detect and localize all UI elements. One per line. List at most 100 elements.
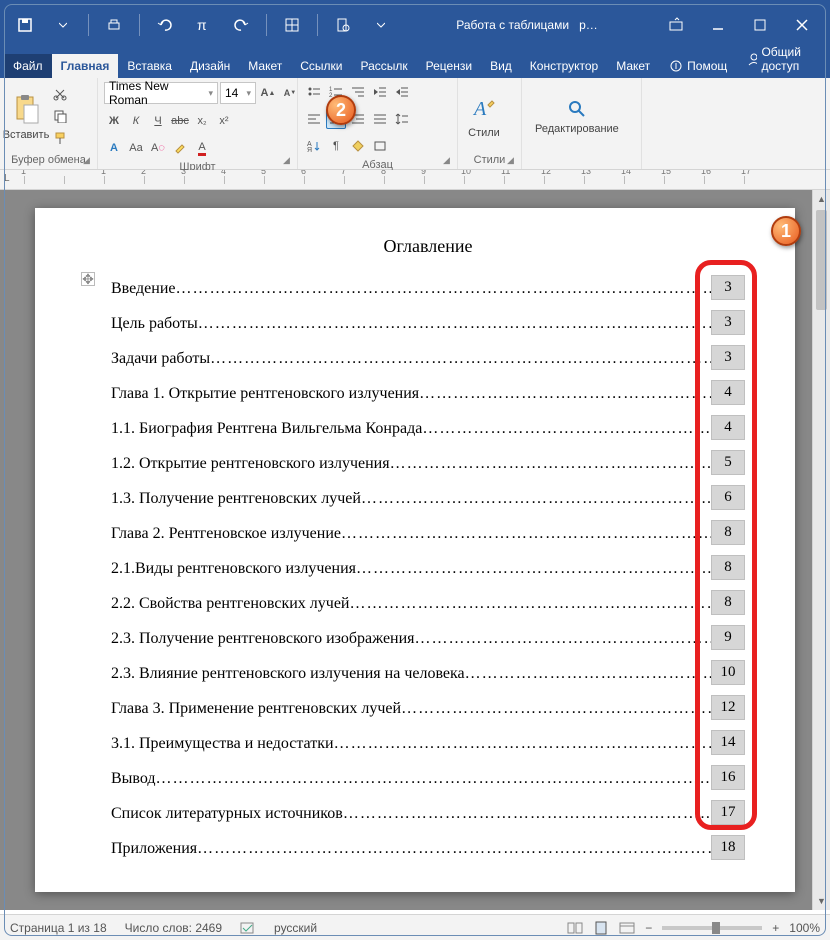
line-spacing-icon[interactable] [392, 109, 412, 129]
bold-icon[interactable]: Ж [104, 111, 124, 131]
toc-page-cell[interactable]: 3 [711, 275, 745, 300]
highlight-icon[interactable] [170, 138, 190, 158]
clipboard-dialog-icon[interactable]: ◢ [83, 155, 95, 167]
tab-layout[interactable]: Макет [239, 54, 291, 78]
toc-page-cell[interactable]: 14 [711, 730, 745, 755]
tab-table-design[interactable]: Конструктор [521, 54, 607, 78]
close-icon[interactable] [782, 9, 822, 41]
toc-page-cell[interactable]: 18 [711, 835, 745, 860]
toc-page-cell[interactable]: 4 [711, 415, 745, 440]
font-name-combo[interactable]: Times New Roman▾ [104, 82, 218, 104]
qat-dropdown-icon[interactable] [46, 9, 80, 41]
strike-icon[interactable]: abc [170, 111, 190, 131]
toc-page-cell[interactable]: 4 [711, 380, 745, 405]
toc-page-cell[interactable]: 6 [711, 485, 745, 510]
copy-icon[interactable] [50, 106, 70, 126]
tab-table-layout[interactable]: Макет [607, 54, 659, 78]
cut-icon[interactable] [50, 84, 70, 104]
toc-page-cell[interactable]: 16 [711, 765, 745, 790]
read-mode-icon[interactable] [567, 921, 583, 935]
underline-icon[interactable]: Ч [148, 111, 168, 131]
zoom-out-icon[interactable]: − [645, 921, 652, 935]
italic-icon[interactable]: К [126, 111, 146, 131]
maximize-icon[interactable] [740, 9, 780, 41]
zoom-slider[interactable] [662, 926, 762, 930]
table-move-handle-icon[interactable]: ✥ [81, 272, 95, 286]
font-size-combo[interactable]: 14▾ [220, 82, 256, 104]
status-words[interactable]: Число слов: 2469 [125, 921, 222, 935]
ribbon-options-icon[interactable] [656, 9, 696, 41]
dec-indent-icon[interactable] [370, 82, 390, 102]
tab-mailings[interactable]: Рассылк [352, 54, 417, 78]
font-color-icon[interactable]: A [192, 138, 212, 158]
document-page[interactable]: ✥ Оглавление Введение…………………………………………………… [35, 208, 795, 892]
tab-design[interactable]: Дизайн [181, 54, 239, 78]
editing-button[interactable]: Редактирование [528, 82, 626, 152]
change-case-icon[interactable]: Aa [126, 138, 146, 158]
toc-page-cell[interactable]: 8 [711, 520, 745, 545]
tab-file[interactable]: Файл [4, 54, 52, 78]
preview-icon[interactable] [326, 9, 360, 41]
tab-view[interactable]: Вид [481, 54, 521, 78]
qat-more-icon[interactable] [364, 9, 398, 41]
bullets-icon[interactable] [304, 82, 324, 102]
horizontal-ruler[interactable]: L 11234567891011121314151617 [0, 170, 830, 190]
toc-page-cell[interactable]: 3 [711, 345, 745, 370]
grow-font-icon[interactable]: A▲ [258, 83, 278, 103]
toc-row: 2.3. Влияние рентгеновского излучения на… [111, 660, 745, 685]
zoom-in-icon[interactable]: + [772, 921, 779, 935]
redo-icon[interactable] [224, 9, 258, 41]
print-icon[interactable] [97, 9, 131, 41]
scroll-thumb[interactable] [816, 210, 827, 310]
scroll-down-icon[interactable]: ▼ [813, 892, 830, 910]
group-paragraph: 12 AЯ ¶ Абзац ◢ [298, 78, 458, 169]
shrink-font-icon[interactable]: A▼ [280, 83, 300, 103]
inc-indent-icon[interactable] [392, 82, 412, 102]
toc-page-cell[interactable]: 17 [711, 800, 745, 825]
pilcrow-icon[interactable]: π [186, 9, 220, 41]
show-marks-icon[interactable]: ¶ [326, 136, 346, 156]
print-layout-icon[interactable] [593, 921, 609, 935]
toc-page-cell[interactable]: 8 [711, 555, 745, 580]
paragraph-dialog-icon[interactable]: ◢ [443, 155, 455, 167]
paste-button[interactable]: Вставить [6, 82, 46, 152]
align-left-icon[interactable] [304, 109, 324, 129]
format-painter-icon[interactable] [50, 128, 70, 148]
sort-icon[interactable]: AЯ [304, 136, 324, 156]
toc-page-cell[interactable]: 10 [711, 660, 745, 685]
vertical-scrollbar[interactable]: ▲ ▼ [812, 190, 830, 910]
toc-page-cell[interactable]: 12 [711, 695, 745, 720]
tab-home[interactable]: Главная [52, 54, 119, 78]
superscript-icon[interactable]: x² [214, 111, 234, 131]
share-button[interactable]: Общий доступ [737, 40, 830, 78]
toc-page-cell[interactable]: 9 [711, 625, 745, 650]
help-button[interactable]: Помощ [659, 54, 737, 78]
toc-page-cell[interactable]: 8 [711, 590, 745, 615]
toc-page-cell[interactable]: 3 [711, 310, 745, 335]
toc-row: Цель работы……………………………………………………………………………… [111, 310, 745, 335]
clear-format-icon[interactable]: A◌ [148, 138, 168, 158]
text-effects-icon[interactable]: A [104, 138, 124, 158]
font-dialog-icon[interactable]: ◢ [283, 155, 295, 167]
table-icon[interactable] [275, 9, 309, 41]
status-proofing-icon[interactable] [240, 921, 256, 935]
toc-page-cell[interactable]: 5 [711, 450, 745, 475]
justify-icon[interactable] [370, 109, 390, 129]
toc-text: Вывод [111, 768, 156, 790]
tab-review[interactable]: Рецензи [417, 54, 481, 78]
borders-icon[interactable] [370, 136, 390, 156]
tab-references[interactable]: Ссылки [291, 54, 351, 78]
scroll-up-icon[interactable]: ▲ [813, 190, 830, 208]
styles-dialog-icon[interactable]: ◢ [507, 155, 519, 167]
save-icon[interactable] [8, 9, 42, 41]
tab-insert[interactable]: Вставка [118, 54, 181, 78]
minimize-icon[interactable] [698, 9, 738, 41]
web-layout-icon[interactable] [619, 921, 635, 935]
shading-icon[interactable] [348, 136, 368, 156]
zoom-level[interactable]: 100% [789, 921, 820, 935]
subscript-icon[interactable]: x₂ [192, 111, 212, 131]
styles-button[interactable]: A Стили [464, 82, 504, 152]
status-page[interactable]: Страница 1 из 18 [10, 921, 107, 935]
status-language[interactable]: русский [274, 921, 317, 935]
undo-icon[interactable] [148, 9, 182, 41]
